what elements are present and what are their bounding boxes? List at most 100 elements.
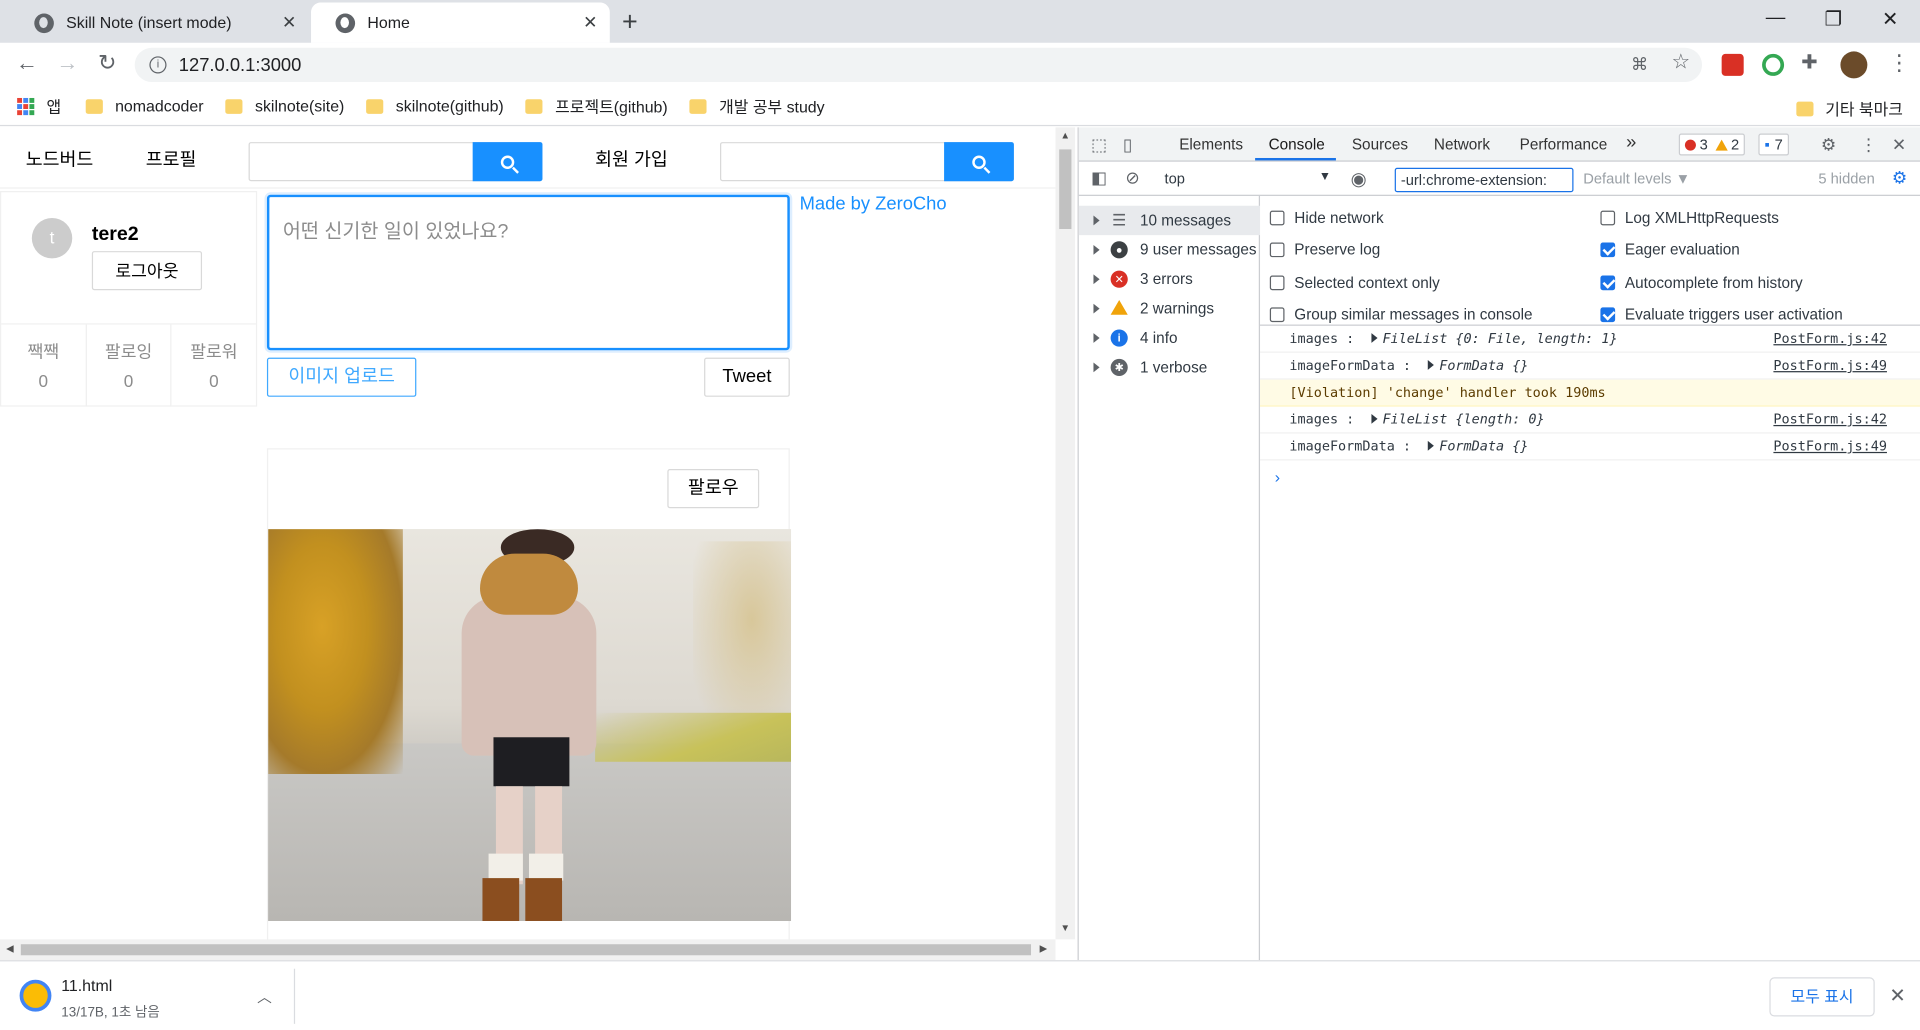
log-xhr-checkbox[interactable]: Log XMLHttpRequests	[1600, 209, 1779, 227]
search-button[interactable]	[472, 142, 543, 182]
sidebar-item-messages[interactable]: ☰ 10 messages	[1078, 205, 1261, 236]
preserve-log-checkbox[interactable]: Preserve log	[1269, 241, 1380, 258]
console-settings-icon[interactable]: ⚙	[1892, 168, 1907, 189]
bookmark-nomadcoder[interactable]: nomadcoder	[85, 97, 204, 115]
console-log-row[interactable]: images : FileList {0: File, length: 1} P…	[1260, 326, 1920, 353]
bookmark-apps[interactable]: 앱	[17, 94, 61, 117]
close-devtools-icon[interactable]: ✕	[1892, 135, 1906, 156]
inspect-icon[interactable]: ⬚	[1091, 135, 1107, 156]
forward-arrow-icon[interactable]: →	[56, 50, 78, 76]
hide-network-checkbox[interactable]: Hide network	[1269, 209, 1384, 227]
tab-home[interactable]: Home ✕	[311, 2, 610, 43]
back-arrow-icon[interactable]: ←	[16, 50, 38, 76]
sidebar-toggle-icon[interactable]: ◧	[1091, 168, 1107, 189]
tab-skill-note[interactable]: Skill Note (insert mode) ✕	[10, 2, 309, 42]
image-upload-button[interactable]: 이미지 업로드	[266, 357, 417, 397]
checkbox[interactable]	[1269, 242, 1285, 258]
console-log-row[interactable]: imageFormData : FormData {} PostForm.js:…	[1260, 353, 1920, 380]
console-violation-row[interactable]: [Violation] 'change' handler took 190ms	[1260, 379, 1920, 407]
post-textarea[interactable]: 어떤 신기한 일이 있었나요?	[266, 194, 790, 351]
search-input-2[interactable]	[720, 142, 1014, 182]
vertical-scrollbar[interactable]: ▲ ▼	[1055, 127, 1076, 940]
eye-icon[interactable]: ◉	[1351, 168, 1367, 190]
bookmark-project-github[interactable]: 프로젝트(github)	[525, 94, 668, 117]
menu-profile[interactable]: 프로필	[146, 146, 197, 172]
info-icon[interactable]: i	[149, 56, 167, 74]
console-log-row[interactable]: images : FileList {length: 0} PostForm.j…	[1260, 407, 1920, 434]
group-similar-checkbox[interactable]: Group similar messages in console	[1269, 306, 1533, 323]
close-tab-icon[interactable]: ✕	[583, 12, 597, 33]
avatar-icon[interactable]	[1840, 51, 1868, 79]
chevron-up-icon[interactable]: ︿	[257, 986, 272, 1007]
checkbox[interactable]	[1600, 242, 1616, 258]
stat-followers[interactable]: 팔로워 0	[172, 325, 256, 407]
menu-home[interactable]: 노드버드	[26, 146, 94, 172]
sidebar-item-info[interactable]: i 4 info	[1079, 323, 1260, 352]
bookmark-skilnote-site[interactable]: skilnote(site)	[225, 97, 344, 115]
reload-icon[interactable]: ↻	[98, 50, 116, 76]
extension-ring-icon[interactable]	[1762, 53, 1785, 76]
search-button-2[interactable]	[944, 142, 1014, 182]
bookmark-skilnote-github[interactable]: skilnote(github)	[366, 97, 504, 115]
checkbox[interactable]	[1600, 307, 1616, 323]
scroll-down-arrow-icon[interactable]: ▼	[1060, 922, 1070, 933]
log-source-link[interactable]: PostForm.js:49	[1773, 438, 1887, 454]
close-icon[interactable]: ✕	[1889, 983, 1905, 1007]
checkbox[interactable]	[1269, 307, 1285, 323]
address-bar[interactable]: i 127.0.0.1:3000	[134, 47, 1703, 83]
scrollbar-thumb[interactable]	[20, 944, 1032, 956]
show-all-button[interactable]: 모두 표시	[1769, 977, 1875, 1017]
scrollbar-thumb[interactable]	[1059, 149, 1072, 230]
scroll-left-arrow-icon[interactable]: ◀	[6, 943, 14, 954]
autocomplete-checkbox[interactable]: Autocomplete from history	[1600, 274, 1803, 291]
checkbox[interactable]	[1269, 275, 1285, 291]
log-levels-dropdown[interactable]: Default levels ▼	[1583, 170, 1690, 187]
clear-console-icon[interactable]: ⊘	[1125, 168, 1139, 189]
download-filename[interactable]: 11.html	[61, 976, 112, 994]
tab-network[interactable]: Network	[1434, 136, 1490, 153]
gear-icon[interactable]: ⚙	[1821, 135, 1836, 156]
checkbox[interactable]	[1600, 210, 1616, 226]
close-window-button[interactable]: ✕	[1882, 7, 1898, 31]
minimize-button[interactable]: —	[1766, 7, 1786, 29]
kebab-icon[interactable]: ⋮	[1860, 135, 1877, 156]
tab-performance[interactable]: Performance	[1520, 136, 1608, 153]
issues-badge[interactable]: 3 2	[1678, 133, 1746, 156]
made-by-link[interactable]: Made by ZeroCho	[800, 194, 947, 215]
sidebar-item-warnings[interactable]: 2 warnings	[1079, 294, 1260, 323]
search-input[interactable]	[248, 142, 543, 182]
evaluate-triggers-checkbox[interactable]: Evaluate triggers user activation	[1600, 306, 1843, 323]
other-bookmarks[interactable]: 기타 북마크	[1795, 97, 1903, 120]
menu-signup[interactable]: 회원 가입	[595, 146, 668, 172]
new-tab-button[interactable]: +	[622, 6, 638, 38]
device-toggle-icon[interactable]: ▯	[1123, 135, 1132, 156]
log-object[interactable]: FileList {length: 0}	[1371, 411, 1545, 427]
context-select[interactable]: top ▼	[1164, 170, 1331, 187]
tab-sources[interactable]: Sources	[1352, 136, 1408, 153]
restore-button[interactable]: ❐	[1825, 7, 1843, 31]
checkbox[interactable]	[1269, 210, 1285, 226]
stat-posts[interactable]: 짹짹 0	[1, 324, 87, 407]
puzzle-icon[interactable]: ✚	[1801, 50, 1817, 74]
log-source-link[interactable]: PostForm.js:42	[1773, 331, 1887, 347]
tab-console[interactable]: Console	[1269, 136, 1325, 153]
stat-following[interactable]: 팔로잉 0	[87, 324, 172, 407]
messages-badge[interactable]: ▪ 7	[1758, 133, 1789, 156]
sidebar-item-user-messages[interactable]: ● 9 user messages	[1079, 235, 1260, 264]
log-object[interactable]: FormData {}	[1428, 438, 1528, 454]
kebab-menu-icon[interactable]: ⋮	[1888, 50, 1910, 76]
log-object[interactable]: FileList {0: File, length: 1}	[1371, 331, 1618, 347]
close-tab-icon[interactable]: ✕	[282, 12, 296, 33]
tab-elements[interactable]: Elements	[1179, 136, 1243, 153]
log-source-link[interactable]: PostForm.js:49	[1773, 358, 1887, 374]
horizontal-scrollbar[interactable]: ◀ ▶	[0, 939, 1056, 961]
eager-evaluation-checkbox[interactable]: Eager evaluation	[1600, 241, 1740, 258]
logout-button[interactable]: 로그아웃	[91, 251, 203, 291]
bookmark-study[interactable]: 개발 공부 study	[689, 94, 825, 117]
console-prompt[interactable]: ›	[1275, 468, 1280, 486]
tweet-button[interactable]: Tweet	[704, 357, 790, 397]
scroll-up-arrow-icon[interactable]: ▲	[1060, 130, 1070, 141]
post-image[interactable]	[268, 529, 792, 921]
checkbox[interactable]	[1600, 275, 1616, 291]
translate-icon[interactable]: ⌘	[1631, 54, 1648, 75]
